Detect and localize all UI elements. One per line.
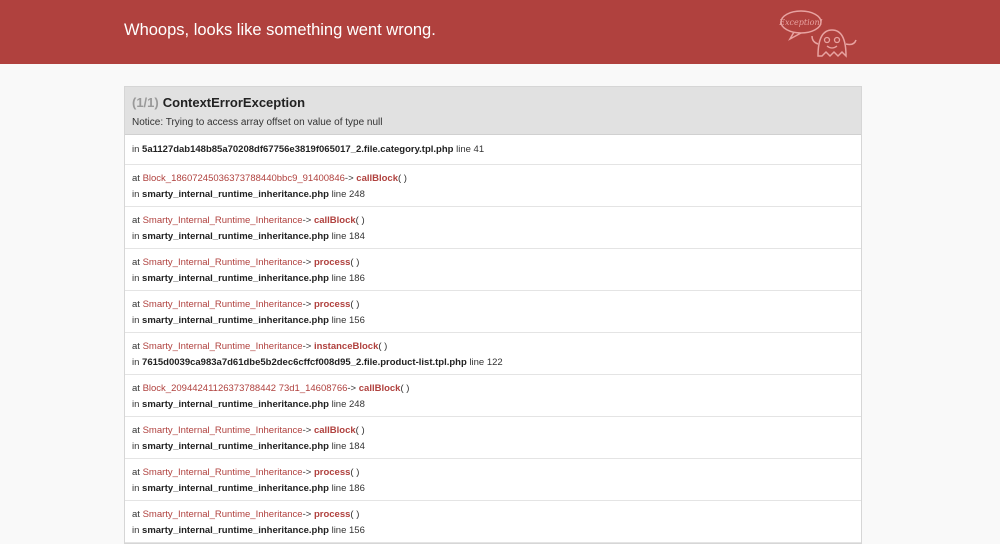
in-label: in [132,525,140,536]
in-label: in [132,231,140,242]
parens-label: ( ) [355,425,365,436]
parens-label: ( ) [400,383,410,394]
trace-line: line 186 [331,483,365,494]
trace-function[interactable]: callBlock [359,383,401,394]
arrow-label: -> [302,509,312,520]
trace-row: at Block_18607245036373788440bbc9_914008… [125,165,861,207]
at-label: at [132,509,140,520]
arrow-label: -> [302,425,312,436]
parens-label: ( ) [398,173,407,184]
arrow-label: -> [347,383,357,394]
arrow-label: -> [344,173,354,184]
trace-line: line 184 [331,441,365,452]
parens-label: ( ) [350,467,360,478]
trace-class[interactable]: Block_20944241126373788442 73d1_14608766 [143,383,348,394]
trace-class[interactable]: Smarty_Internal_Runtime_Inheritance [143,341,303,352]
trace-file[interactable]: smarty_internal_runtime_inheritance.php [142,525,329,536]
trace-function[interactable]: process [314,299,350,310]
trace-file[interactable]: smarty_internal_runtime_inheritance.php [142,273,329,284]
arrow-label: -> [302,215,312,226]
in-label: in [132,357,140,368]
parens-label: ( ) [350,257,360,268]
logo-text: Exception! [778,18,823,27]
trace-class[interactable]: Smarty_Internal_Runtime_Inheritance [143,509,303,520]
trace-row: at Block_20944241126373788442 73d1_14608… [125,375,861,417]
at-label: at [132,383,140,394]
trace-function[interactable]: process [314,509,350,520]
trace-function[interactable]: callBlock [356,173,398,184]
in-label: in [132,483,140,494]
at-label: at [132,467,140,478]
trace-file[interactable]: smarty_internal_runtime_inheritance.php [142,441,329,452]
exception-title: (1/1) ContextErrorException [132,95,305,110]
parens-label: ( ) [378,341,388,352]
parens-label: ( ) [355,215,365,226]
trace-class[interactable]: Smarty_Internal_Runtime_Inheritance [143,299,303,310]
trace-function[interactable]: callBlock [314,425,356,436]
trace-class[interactable]: Smarty_Internal_Runtime_Inheritance [143,215,303,226]
trace-row: at Smarty_Internal_Runtime_Inheritance->… [125,291,861,333]
arrow-label: -> [302,467,312,478]
exception-header: (1/1) ContextErrorException Notice: Tryin… [125,87,861,135]
trace-file[interactable]: smarty_internal_runtime_inheritance.php [142,483,329,494]
at-label: at [132,425,140,436]
trace-file[interactable]: smarty_internal_runtime_inheritance.php [142,189,329,200]
trace-line: line 41 [456,144,485,155]
trace-line: line 248 [331,399,365,410]
ghost-icon: Exception! [778,10,857,58]
trace-line: line 156 [331,525,365,536]
in-label: in [132,273,140,284]
parens-label: ( ) [350,299,360,310]
trace-row: at Smarty_Internal_Runtime_Inheritance->… [125,417,861,459]
in-label: in [132,144,140,155]
trace-file[interactable]: smarty_internal_runtime_inheritance.php [142,231,329,242]
at-label: at [132,299,140,310]
trace-row: at Smarty_Internal_Runtime_Inheritance->… [125,333,861,375]
trace-class[interactable]: Block_18607245036373788440bbc9_91400846 [143,173,345,184]
arrow-label: -> [302,257,312,268]
trace-row: at Smarty_Internal_Runtime_Inheritance->… [125,249,861,291]
trace-file[interactable]: smarty_internal_runtime_inheritance.php [142,399,329,410]
exception-count: (1/1) [132,95,159,110]
at-label: at [132,173,140,184]
trace-file[interactable]: 7615d0039ca983a7d61dbe5b2dec6cffcf008d95… [142,357,467,368]
trace-line: line 186 [331,273,365,284]
trace-function[interactable]: callBlock [314,215,356,226]
exception-panel: (1/1) ContextErrorException Notice: Tryin… [124,86,862,544]
trace-line: line 156 [331,315,365,326]
page-title: Whoops, looks like something went wrong. [124,21,436,39]
trace-line: line 184 [331,231,365,242]
trace-class[interactable]: Smarty_Internal_Runtime_Inheritance [143,257,303,268]
trace-row: in 5a1127dab148b85a70208df67756e3819f065… [125,135,861,165]
trace-function[interactable]: process [314,467,350,478]
arrow-label: -> [302,299,312,310]
arrow-label: -> [302,341,312,352]
trace-function[interactable]: process [314,257,350,268]
trace-row: at Smarty_Internal_Runtime_Inheritance->… [125,207,861,249]
at-label: at [132,341,140,352]
exception-name: ContextErrorException [162,95,306,110]
in-label: in [132,315,140,326]
trace-line: line 248 [331,189,365,200]
at-label: at [132,215,140,226]
at-label: at [132,257,140,268]
trace-file[interactable]: 5a1127dab148b85a70208df67756e3819f065017… [142,144,453,155]
in-label: in [132,441,140,452]
trace-line: line 122 [469,357,503,368]
parens-label: ( ) [350,509,360,520]
trace-class[interactable]: Smarty_Internal_Runtime_Inheritance [143,467,303,478]
exception-message: Notice: Trying to access array offset on… [132,117,383,128]
in-label: in [132,399,140,410]
trace-function[interactable]: instanceBlock [314,341,378,352]
trace-class[interactable]: Smarty_Internal_Runtime_Inheritance [143,425,303,436]
stack-trace: in 5a1127dab148b85a70208df67756e3819f065… [125,135,861,543]
error-header: Whoops, looks like something went wrong.… [0,0,1000,64]
in-label: in [132,189,140,200]
trace-row: at Smarty_Internal_Runtime_Inheritance->… [125,459,861,501]
trace-file[interactable]: smarty_internal_runtime_inheritance.php [142,315,329,326]
